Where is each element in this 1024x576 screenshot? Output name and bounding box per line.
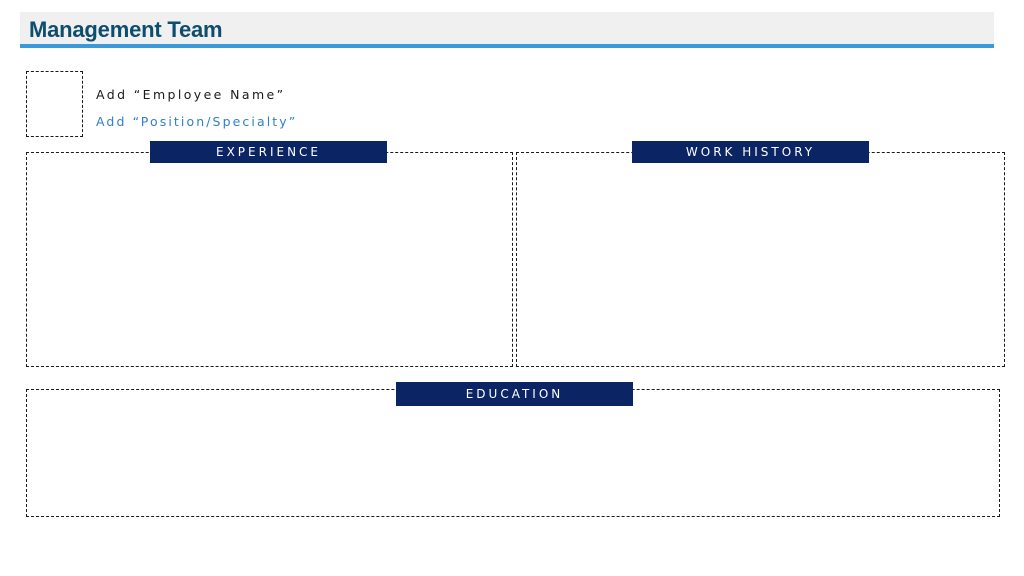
page-title: Management Team bbox=[29, 17, 223, 42]
work-history-box[interactable] bbox=[516, 152, 1005, 367]
photo-placeholder[interactable] bbox=[26, 71, 83, 137]
experience-label: EXPERIENCE bbox=[150, 141, 387, 163]
employee-position-placeholder[interactable]: Add “Position/Specialty” bbox=[96, 114, 297, 129]
work-history-label: WORK HISTORY bbox=[632, 141, 869, 163]
education-box[interactable] bbox=[26, 389, 1000, 517]
header-underline bbox=[20, 44, 994, 48]
experience-box[interactable] bbox=[26, 152, 513, 367]
employee-name-placeholder[interactable]: Add “Employee Name” bbox=[96, 87, 285, 102]
education-label: EDUCATION bbox=[396, 382, 633, 406]
